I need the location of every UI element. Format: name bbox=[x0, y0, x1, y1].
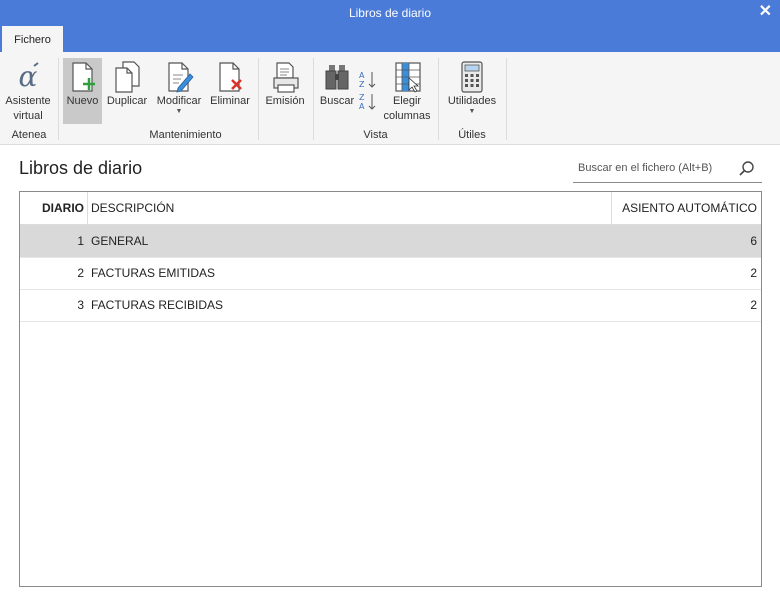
page-title: Libros de diario bbox=[19, 158, 143, 178]
modificar-label: Modificar bbox=[156, 95, 202, 107]
cell-descripcion: FACTURAS EMITIDAS bbox=[91, 266, 216, 280]
group-label-utiles: Útiles bbox=[458, 129, 486, 141]
table-header: DIARIO DESCRIPCIÓN ASIENTO AUTOMÁTICO bbox=[20, 192, 761, 225]
new-document-icon bbox=[65, 60, 101, 94]
utilidades-label: Utilidades bbox=[447, 95, 497, 107]
cell-asiento: 2 bbox=[750, 266, 757, 280]
chevron-down-icon: ▼ bbox=[175, 108, 183, 115]
column-header-asiento-automatico[interactable]: ASIENTO AUTOMÁTICO bbox=[612, 192, 757, 224]
cell-descripcion: FACTURAS RECIBIDAS bbox=[91, 298, 224, 312]
eliminar-label: Eliminar bbox=[210, 95, 250, 107]
edit-document-icon bbox=[161, 60, 197, 94]
chevron-down-icon: ▼ bbox=[468, 108, 476, 115]
duplicar-button[interactable]: Duplicar bbox=[104, 58, 150, 124]
calculator-icon bbox=[454, 60, 490, 94]
search-input[interactable]: Buscar en el fichero (Alt+B) bbox=[573, 156, 762, 183]
table-row[interactable]: 2 FACTURAS EMITIDAS 2 bbox=[20, 257, 761, 290]
close-icon[interactable]: ✕ bbox=[759, 2, 772, 22]
ribbon-tabstrip: Fichero bbox=[0, 26, 780, 52]
asistente-label: Asistente virtual bbox=[5, 95, 51, 122]
search-placeholder: Buscar en el fichero (Alt+B) bbox=[578, 162, 713, 174]
modificar-button[interactable]: Modificar ▼ bbox=[153, 58, 205, 124]
cell-diario: 3 bbox=[77, 298, 84, 312]
sort-button[interactable]: A Z Z A bbox=[357, 58, 379, 124]
svg-text:A: A bbox=[359, 71, 365, 80]
title-bar: Libros de diario ✕ bbox=[0, 0, 780, 26]
cell-diario: 2 bbox=[77, 266, 84, 280]
duplicar-label: Duplicar bbox=[106, 95, 148, 107]
buscar-label: Buscar bbox=[319, 95, 355, 107]
buscar-button[interactable]: Buscar bbox=[318, 58, 356, 124]
cell-asiento: 6 bbox=[750, 234, 757, 248]
group-separator bbox=[438, 58, 439, 140]
table-row[interactable]: 3 FACTURAS RECIBIDAS 2 bbox=[20, 289, 761, 322]
emision-button[interactable]: Emisión bbox=[262, 58, 308, 124]
sort-az-icon: A Z Z A bbox=[357, 60, 379, 111]
utilidades-button[interactable]: Utilidades ▼ bbox=[443, 58, 501, 124]
tab-fichero[interactable]: Fichero bbox=[2, 26, 63, 52]
cell-descripcion: GENERAL bbox=[91, 234, 149, 248]
group-separator bbox=[258, 58, 259, 140]
asistente-virtual-button[interactable]: α Asistente virtual bbox=[2, 58, 54, 124]
svg-text:Z: Z bbox=[359, 80, 365, 89]
group-separator bbox=[506, 58, 507, 140]
data-grid: DIARIO DESCRIPCIÓN ASIENTO AUTOMÁTICO 1 … bbox=[19, 191, 762, 587]
window-title: Libros de diario bbox=[348, 6, 432, 20]
group-label-mantenimiento: Mantenimiento bbox=[149, 129, 222, 141]
columns-icon bbox=[389, 60, 425, 94]
ribbon: α Asistente virtual Nuevo Duplicar Modif… bbox=[0, 52, 780, 145]
delete-document-icon bbox=[212, 60, 248, 94]
cell-asiento: 2 bbox=[750, 298, 757, 312]
eliminar-button[interactable]: Eliminar bbox=[208, 58, 252, 124]
column-divider[interactable] bbox=[87, 192, 88, 224]
print-icon bbox=[267, 60, 303, 94]
column-header-diario[interactable]: DIARIO bbox=[20, 192, 84, 224]
cell-diario: 1 bbox=[77, 234, 84, 248]
group-separator bbox=[313, 58, 314, 140]
alpha-icon: α bbox=[10, 60, 46, 94]
nuevo-label: Nuevo bbox=[66, 95, 99, 107]
search-icon[interactable] bbox=[738, 160, 756, 178]
elegir-columnas-label: Elegir columnas bbox=[383, 95, 431, 122]
group-separator bbox=[58, 58, 59, 140]
nuevo-button[interactable]: Nuevo bbox=[63, 58, 102, 124]
svg-text:Z: Z bbox=[359, 93, 365, 102]
binoculars-icon bbox=[319, 60, 355, 94]
table-row[interactable]: 1 GENERAL 6 bbox=[20, 225, 761, 258]
emision-label: Emisión bbox=[265, 95, 305, 107]
duplicate-icon bbox=[109, 60, 145, 94]
elegir-columnas-button[interactable]: Elegir columnas bbox=[381, 58, 433, 124]
group-label-atenea: Atenea bbox=[11, 129, 47, 141]
group-label-vista: Vista bbox=[363, 129, 388, 141]
svg-text:A: A bbox=[359, 102, 365, 110]
column-header-descripcion[interactable]: DESCRIPCIÓN bbox=[91, 192, 591, 224]
